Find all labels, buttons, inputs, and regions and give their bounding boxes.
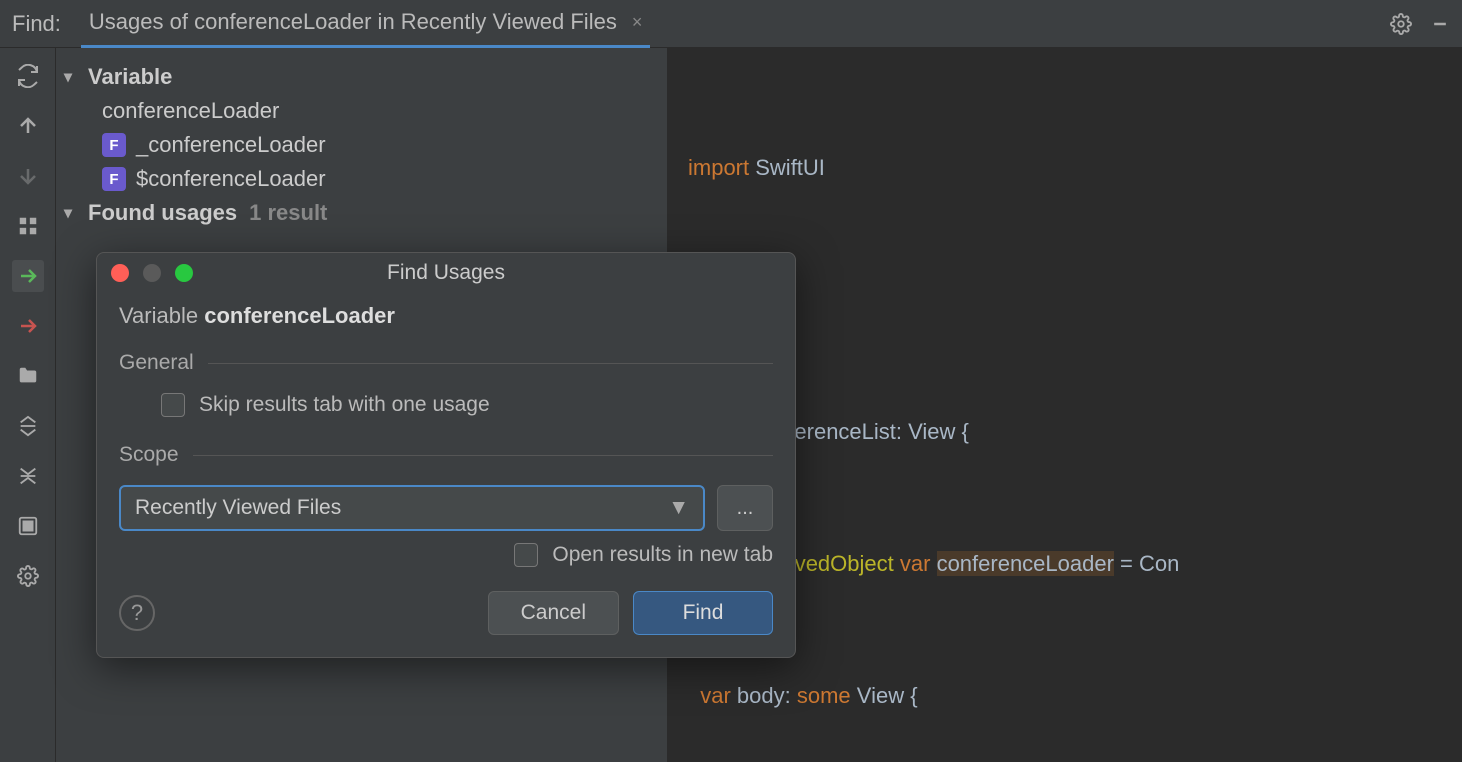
- preview-icon[interactable]: [12, 510, 44, 542]
- skip-results-label: Skip results tab with one usage: [199, 393, 490, 417]
- scope-section-header: Scope: [119, 443, 773, 467]
- left-toolbar: [0, 48, 56, 762]
- help-button[interactable]: ?: [119, 595, 155, 631]
- scope-value: Recently Viewed Files: [135, 496, 341, 520]
- minimize-window-icon[interactable]: [143, 264, 161, 282]
- gear-icon[interactable]: [1390, 13, 1412, 35]
- find-usages-dialog: Find Usages Variable conferenceLoader Ge…: [96, 252, 796, 658]
- skip-results-checkbox[interactable]: [161, 393, 185, 417]
- dialog-titlebar[interactable]: Find Usages: [97, 253, 795, 293]
- folder-icon[interactable]: [12, 360, 44, 392]
- open-new-tab-checkbox[interactable]: [514, 543, 538, 567]
- tree-node-found-usages[interactable]: ▾ Found usages 1 result: [64, 196, 659, 230]
- top-bar: Find: Usages of conferenceLoader in Rece…: [0, 0, 1462, 48]
- find-button[interactable]: Find: [633, 591, 773, 635]
- forward-green-icon[interactable]: [12, 260, 44, 292]
- group-icon[interactable]: [12, 210, 44, 242]
- close-icon[interactable]: ×: [632, 12, 643, 33]
- scope-more-button[interactable]: ...: [717, 485, 773, 531]
- tree-node-item[interactable]: F $conferenceLoader: [102, 162, 659, 196]
- chevron-down-icon[interactable]: ▾: [64, 203, 88, 223]
- dialog-title: Find Usages: [387, 261, 505, 285]
- general-section-header: General: [119, 351, 773, 375]
- field-icon: F: [102, 167, 126, 191]
- find-label: Find:: [12, 11, 61, 37]
- chevron-down-icon[interactable]: ▾: [64, 67, 88, 87]
- maximize-window-icon[interactable]: [175, 264, 193, 282]
- dialog-subtitle: Variable conferenceLoader: [119, 303, 773, 329]
- found-usages-label: Found usages: [88, 200, 237, 226]
- settings-icon[interactable]: [12, 560, 44, 592]
- variable-group-label: Variable: [88, 64, 172, 90]
- skip-results-row[interactable]: Skip results tab with one usage: [119, 393, 773, 417]
- expand-all-icon[interactable]: [12, 410, 44, 442]
- variable-name: conferenceLoader: [102, 98, 279, 124]
- close-window-icon[interactable]: [111, 264, 129, 282]
- scope-combobox[interactable]: Recently Viewed Files ▼: [119, 485, 705, 531]
- tree-node-item[interactable]: F _conferenceLoader: [102, 128, 659, 162]
- refresh-icon[interactable]: [12, 60, 44, 92]
- find-tab[interactable]: Usages of conferenceLoader in Recently V…: [81, 0, 650, 48]
- forward-red-icon[interactable]: [12, 310, 44, 342]
- collapse-all-icon[interactable]: [12, 460, 44, 492]
- tree-node-item[interactable]: conferenceLoader: [102, 94, 659, 128]
- item-label: $conferenceLoader: [136, 166, 326, 192]
- found-usages-count: 1 result: [249, 200, 327, 226]
- open-new-tab-label: Open results in new tab: [552, 543, 773, 567]
- tab-title: Usages of conferenceLoader in Recently V…: [89, 9, 617, 35]
- tree-node-variable[interactable]: ▾ Variable: [64, 60, 659, 94]
- item-label: _conferenceLoader: [136, 132, 326, 158]
- arrow-up-icon[interactable]: [12, 110, 44, 142]
- cancel-button[interactable]: Cancel: [488, 591, 619, 635]
- field-icon: F: [102, 133, 126, 157]
- arrow-down-icon[interactable]: [12, 160, 44, 192]
- minimize-icon[interactable]: [1430, 14, 1450, 34]
- chevron-down-icon: ▼: [668, 496, 689, 520]
- open-new-tab-row[interactable]: Open results in new tab: [119, 543, 773, 567]
